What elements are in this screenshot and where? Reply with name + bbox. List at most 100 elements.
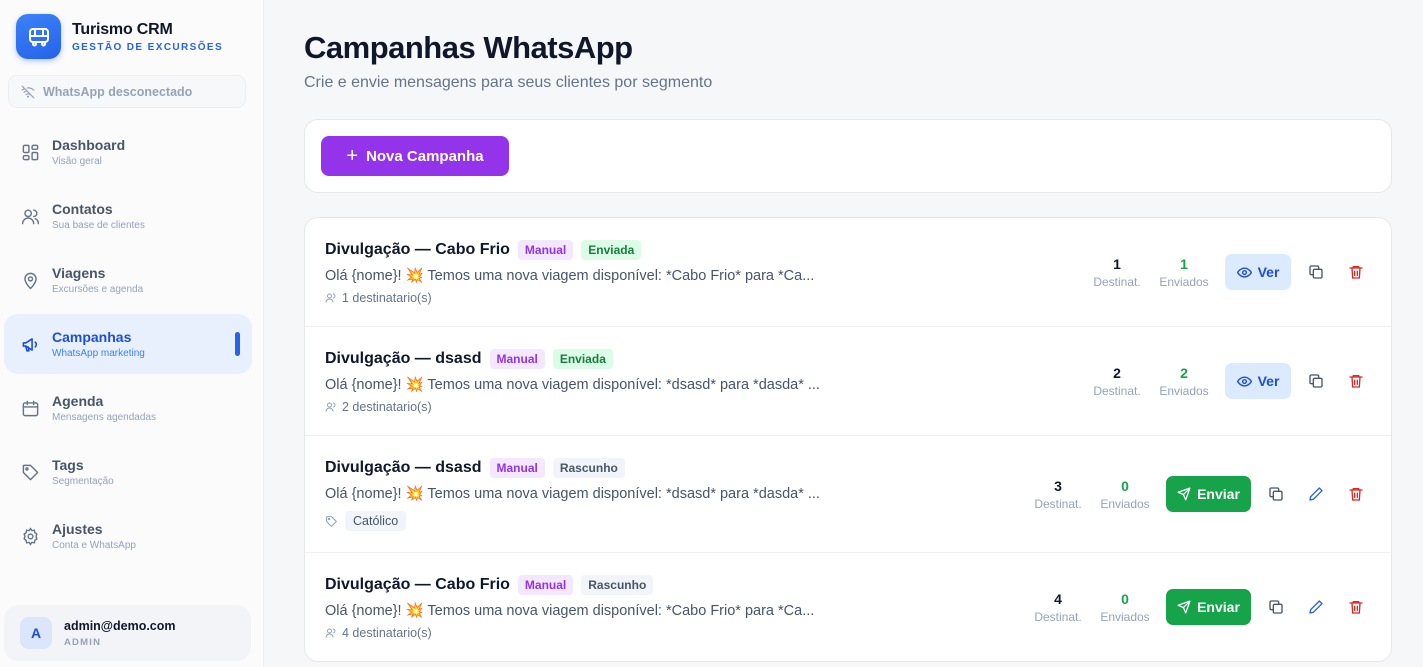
campaign-row[interactable]: Divulgação — dsasd Manual Rascunho Olá {… xyxy=(305,436,1391,553)
user-role: ADMIN xyxy=(64,636,102,648)
brand[interactable]: Turismo CRM GESTÃO DE EXCURSÕES xyxy=(16,14,223,59)
status-badge: Rascunho xyxy=(581,575,654,595)
sidebar-item-sub: Visão geral xyxy=(52,156,102,167)
type-badge: Manual xyxy=(489,349,545,369)
whatsapp-status[interactable]: WhatsApp desconectado xyxy=(8,75,246,108)
tag-icon xyxy=(20,462,40,482)
recipient-count-text: 4 destinatario(s) xyxy=(342,626,432,640)
sent-stat: 0 Enviados xyxy=(1095,591,1155,624)
edit-button[interactable] xyxy=(1306,484,1326,504)
status-badge: Enviada xyxy=(581,240,642,260)
campaign-row[interactable]: Divulgação — dsasd Manual Enviada Olá {n… xyxy=(305,327,1391,436)
view-label: Ver xyxy=(1257,373,1280,389)
view-button[interactable]: Ver xyxy=(1225,254,1291,290)
users-icon xyxy=(325,628,336,638)
sidebar-item-label: Agenda xyxy=(52,393,104,409)
campaign-row[interactable]: Divulgação — Cabo Frio Manual Rascunho O… xyxy=(305,553,1391,661)
calendar-icon xyxy=(20,398,40,418)
page-title: Campanhas WhatsApp xyxy=(304,30,633,65)
recipients-value: 4 xyxy=(1054,591,1062,607)
campaign-title: Divulgação — Cabo Frio xyxy=(325,241,510,258)
delete-button[interactable] xyxy=(1346,371,1366,391)
delete-button[interactable] xyxy=(1346,262,1366,282)
campaign-message: Olá {nome}! 💥 Temos uma nova viagem disp… xyxy=(325,486,820,502)
status-badge: Rascunho xyxy=(552,458,625,478)
sent-stat: 0 Enviados xyxy=(1095,478,1155,511)
sidebar-item-label: Ajustes xyxy=(52,521,103,537)
duplicate-button[interactable] xyxy=(1266,484,1286,504)
view-button[interactable]: Ver xyxy=(1225,363,1291,399)
type-badge: Manual xyxy=(517,575,574,595)
segment-tag: Católico xyxy=(345,511,407,531)
map-pin-icon xyxy=(20,270,40,290)
recipients-stat: 4 Destinat. xyxy=(1028,591,1088,624)
edit-button[interactable] xyxy=(1306,597,1326,617)
delete-button[interactable] xyxy=(1346,597,1366,617)
type-badge: Manual xyxy=(489,458,545,478)
sent-value: 1 xyxy=(1180,256,1188,272)
duplicate-button[interactable] xyxy=(1306,262,1326,282)
recipients-label: Destinat. xyxy=(1034,610,1082,624)
sent-value: 0 xyxy=(1121,591,1129,607)
sidebar-item-campanhas[interactable]: Campanhas WhatsApp marketing xyxy=(4,314,252,374)
user-email: admin@demo.com xyxy=(64,618,176,633)
whatsapp-status-text: WhatsApp desconectado xyxy=(43,84,193,99)
recipients-label: Destinat. xyxy=(1093,275,1141,289)
duplicate-button[interactable] xyxy=(1266,597,1286,617)
sidebar-item-dashboard[interactable]: Dashboard Visão geral xyxy=(4,122,252,182)
sidebar-item-sub: Segmentação xyxy=(52,476,114,487)
type-badge: Manual xyxy=(517,240,574,260)
sidebar-item-contatos[interactable]: Contatos Sua base de clientes xyxy=(4,186,252,246)
plus-icon: + xyxy=(346,145,359,167)
send-button[interactable]: Enviar xyxy=(1166,476,1251,512)
eye-icon xyxy=(1236,266,1252,278)
campaign-meta: 1 destinatario(s) xyxy=(325,291,432,305)
trash-icon xyxy=(1349,375,1363,388)
toolbar: + Nova Campanha xyxy=(304,119,1392,193)
sidebar-item-label: Tags xyxy=(52,457,84,473)
avatar: A xyxy=(20,617,52,649)
eye-icon xyxy=(1236,375,1252,387)
recipients-stat: 3 Destinat. xyxy=(1028,478,1088,511)
send-icon xyxy=(1177,600,1191,614)
brand-title: Turismo CRM xyxy=(72,20,173,38)
recipient-count-text: 1 destinatario(s) xyxy=(342,291,432,305)
wifi-off-icon xyxy=(21,85,35,98)
pencil-icon xyxy=(1309,487,1323,501)
page-subtitle: Crie e envie mensagens para seus cliente… xyxy=(304,74,713,91)
sidebar-item-agenda[interactable]: Agenda Mensagens agendadas xyxy=(4,378,252,438)
campaign-message: Olá {nome}! 💥 Temos uma nova viagem disp… xyxy=(325,377,820,393)
sent-value: 0 xyxy=(1121,478,1129,494)
recipients-value: 1 xyxy=(1113,256,1121,272)
sidebar-item-ajustes[interactable]: Ajustes Conta e WhatsApp xyxy=(4,506,252,566)
sent-label: Enviados xyxy=(1100,610,1150,624)
trash-icon xyxy=(1349,601,1363,614)
user-card[interactable]: A admin@demo.com ADMIN xyxy=(4,605,251,661)
sidebar-item-label: Viagens xyxy=(52,265,106,281)
send-label: Enviar xyxy=(1197,599,1240,615)
campaign-message: Olá {nome}! 💥 Temos uma nova viagem disp… xyxy=(325,268,815,284)
campaign-title: Divulgação — dsasd xyxy=(325,459,482,476)
sidebar-item-sub: Conta e WhatsApp xyxy=(52,540,136,551)
duplicate-button[interactable] xyxy=(1306,371,1326,391)
gear-icon xyxy=(20,526,40,546)
recipients-stat: 1 Destinat. xyxy=(1087,256,1147,289)
recipients-value: 2 xyxy=(1113,365,1121,381)
sidebar-item-label: Campanhas xyxy=(52,329,132,345)
active-indicator xyxy=(235,332,240,356)
sidebar-item-sub: Excursões e agenda xyxy=(52,284,144,295)
megaphone-icon xyxy=(20,334,40,354)
sidebar-item-viagens[interactable]: Viagens Excursões e agenda xyxy=(4,250,252,310)
sent-label: Enviados xyxy=(1159,275,1209,289)
sidebar: Turismo CRM GESTÃO DE EXCURSÕES WhatsApp… xyxy=(0,0,264,667)
campaign-meta: 2 destinatario(s) xyxy=(325,400,432,414)
send-button[interactable]: Enviar xyxy=(1166,589,1251,625)
new-campaign-label: Nova Campanha xyxy=(366,147,484,165)
campaign-row[interactable]: Divulgação — Cabo Frio Manual Enviada Ol… xyxy=(305,218,1391,327)
sidebar-item-tags[interactable]: Tags Segmentação xyxy=(4,442,252,502)
delete-button[interactable] xyxy=(1346,484,1366,504)
new-campaign-button[interactable]: + Nova Campanha xyxy=(321,136,509,176)
grid-icon xyxy=(20,142,40,162)
send-label: Enviar xyxy=(1197,486,1240,502)
campaign-title: Divulgação — dsasd xyxy=(325,350,482,367)
